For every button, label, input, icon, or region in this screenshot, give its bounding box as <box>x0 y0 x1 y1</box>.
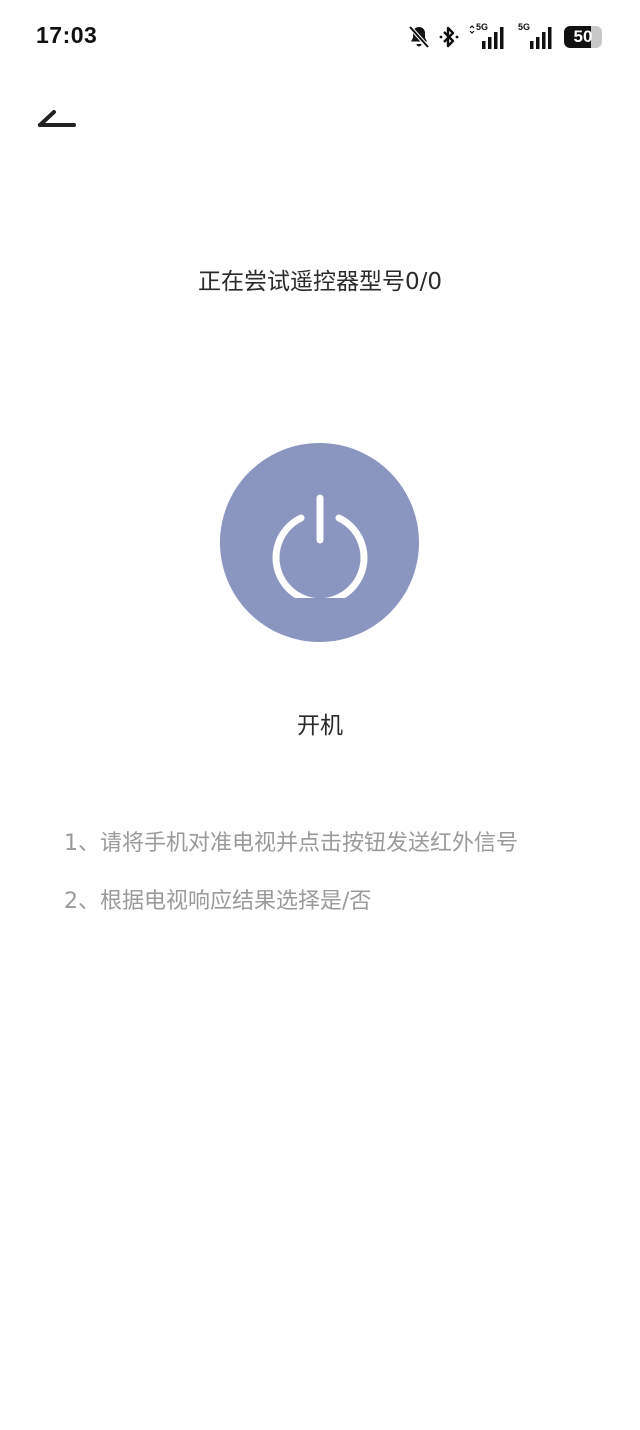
instructions: 1、请将手机对准电视并点击按钮发送红外信号 2、根据电视响应结果选择是/否 <box>64 827 624 943</box>
back-arrow-icon <box>38 110 76 127</box>
power-button[interactable] <box>220 443 419 642</box>
signal-5g-icon: 5G <box>468 22 508 50</box>
instruction-item: 2、根据电视响应结果选择是/否 <box>64 889 372 914</box>
power-label: 开机 <box>297 713 343 739</box>
status-icons: 5G 5G 50 <box>408 22 602 50</box>
bell-off-icon <box>408 25 430 49</box>
battery-level: 50 <box>573 27 593 46</box>
power-icon <box>272 494 367 598</box>
page-title: 正在尝试遥控器型号0/0 <box>197 269 442 295</box>
status-time: 17:03 <box>36 22 98 48</box>
remote-match-screen: 17:03 5G 5G 50 正在尝试遥控器型号0/0 开机 1、请将手机对准电… <box>0 0 640 1430</box>
signal-5g-icon: 5G <box>516 22 556 50</box>
bluetooth-icon <box>439 26 459 48</box>
battery-icon: 50 <box>564 26 602 48</box>
back-button[interactable] <box>34 100 84 140</box>
status-bar: 17:03 5G 5G 50 <box>0 0 640 76</box>
instruction-item: 1、请将手机对准电视并点击按钮发送红外信号 <box>64 831 518 856</box>
